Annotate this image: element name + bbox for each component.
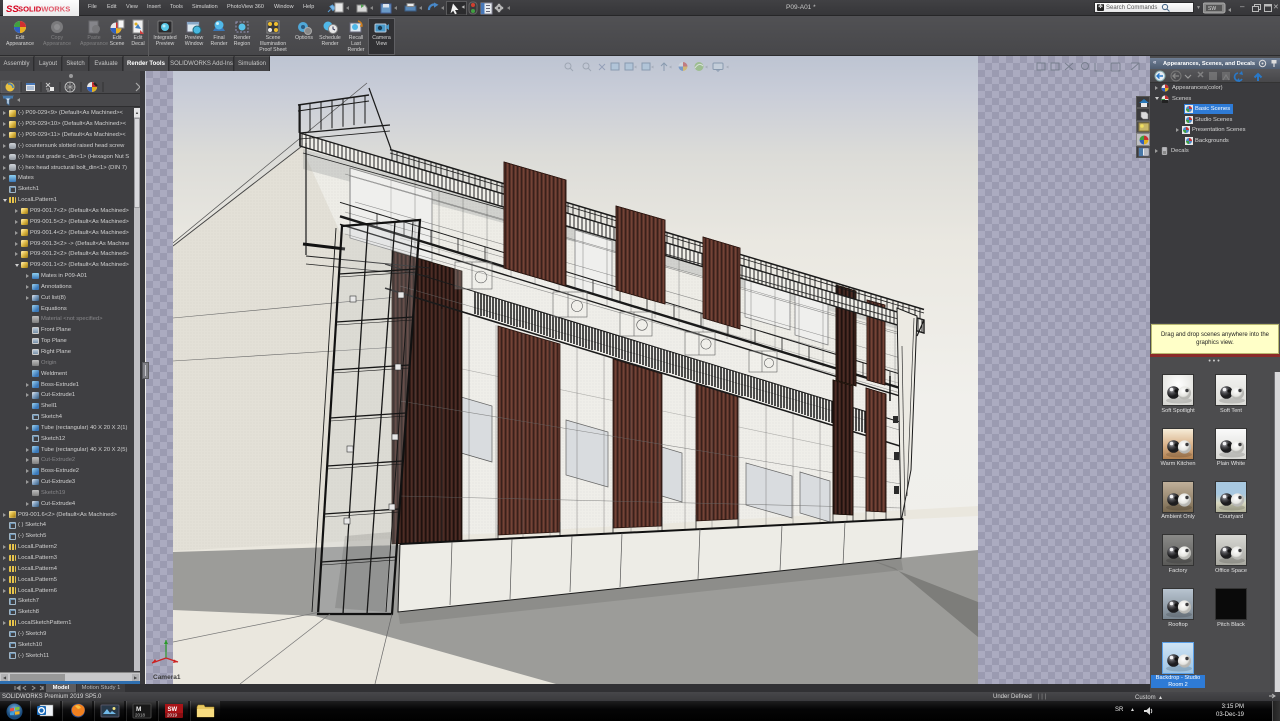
svg-text:Camera1: Camera1	[153, 674, 181, 681]
svg-text:2018: 2018	[135, 713, 146, 718]
svg-text:2019: 2019	[167, 713, 178, 718]
svg-text:SOLIDWORKS: SOLIDWORKS	[18, 4, 70, 13]
svg-text:SW: SW	[1208, 6, 1216, 12]
